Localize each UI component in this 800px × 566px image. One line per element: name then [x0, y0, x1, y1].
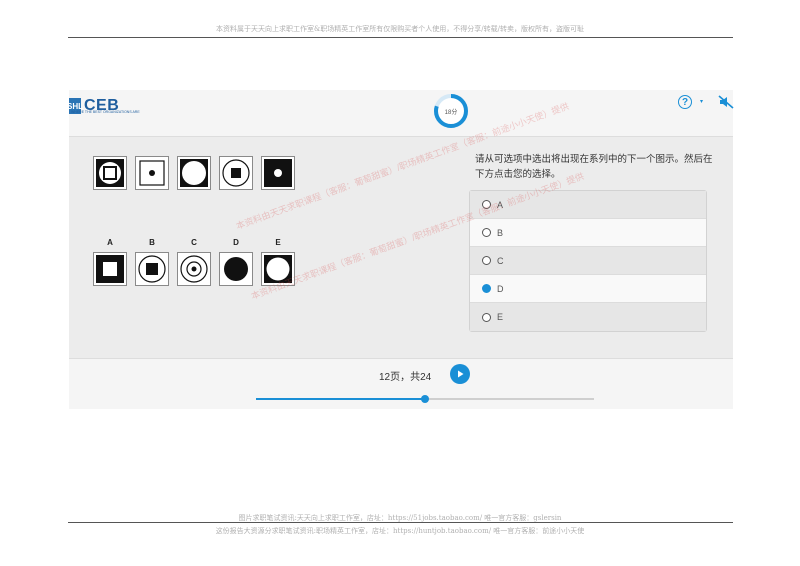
navigation-bar: 12页，共24	[69, 358, 733, 409]
option-figure-label: D	[233, 238, 239, 247]
option-figure	[219, 252, 253, 286]
series-figure	[135, 156, 169, 190]
document-footer-line-2: 这份报告大资源分求职笔试资讯:职场精英工作室，店址：https://huntjo…	[215, 527, 585, 535]
option-figure-label: A	[107, 238, 113, 247]
series-figure	[177, 156, 211, 190]
series-figure	[93, 156, 127, 190]
answer-choice[interactable]: E	[470, 303, 706, 331]
help-dropdown-caret-icon[interactable]: ▾	[700, 98, 703, 105]
radio-button[interactable]	[482, 256, 491, 265]
answer-choice[interactable]: C	[470, 247, 706, 275]
app-header: SHL CEB WHERE THE BEST ORGANIZATIONS ARE…	[67, 90, 734, 137]
answer-choice-label: B	[497, 227, 504, 238]
timer-label: 18分	[444, 109, 458, 116]
option-figure-label: E	[275, 238, 281, 247]
progress-track	[256, 395, 594, 403]
ceb-logo: SHL CEB	[67, 93, 119, 119]
header-rule	[68, 37, 733, 38]
progress-fill	[256, 398, 425, 400]
answer-choice[interactable]: B	[470, 219, 706, 247]
option-figure	[261, 252, 295, 286]
option-figure-label: C	[191, 238, 197, 247]
test-window: SHL CEB WHERE THE BEST ORGANIZATIONS ARE…	[67, 90, 734, 409]
document-header-note: 本资料属于天天向上求职工作室&职场精英工作室所有仅限购买者个人使用，不得分享/转…	[216, 25, 584, 33]
answer-choice-label: A	[497, 199, 504, 210]
radio-button[interactable]	[482, 284, 491, 293]
option-figure-label: B	[149, 238, 155, 247]
option-figure	[177, 252, 211, 286]
help-icon[interactable]: ?	[678, 95, 692, 109]
footer-rule	[68, 522, 733, 523]
option-figure	[93, 252, 127, 286]
radio-button[interactable]	[482, 200, 491, 209]
series-figure	[261, 156, 295, 190]
progress-knob	[421, 395, 429, 403]
play-icon	[458, 370, 464, 378]
sound-mute-icon[interactable]	[718, 95, 734, 109]
timer: 18分	[433, 93, 469, 129]
radio-button[interactable]	[482, 312, 491, 322]
logo-tagline: WHERE THE BEST ORGANIZATIONS ARE	[71, 110, 140, 114]
answer-choice-label: E	[497, 312, 504, 322]
page-indicator: 12页，共24	[379, 372, 432, 383]
answer-choice-label: D	[497, 283, 504, 294]
answer-choice-label: C	[497, 255, 504, 266]
question-prompt: 请从可选项中选出将出现在系列中的下一个图示。然后在下方点击您的选择。	[475, 154, 713, 180]
option-figure	[135, 252, 169, 286]
answer-choices: A B C D E	[469, 190, 707, 332]
series-figure	[219, 156, 253, 190]
answer-choice[interactable]: D	[470, 275, 706, 303]
next-button[interactable]	[450, 364, 470, 384]
radio-button[interactable]	[482, 228, 491, 237]
answer-choice[interactable]: A	[470, 191, 706, 219]
